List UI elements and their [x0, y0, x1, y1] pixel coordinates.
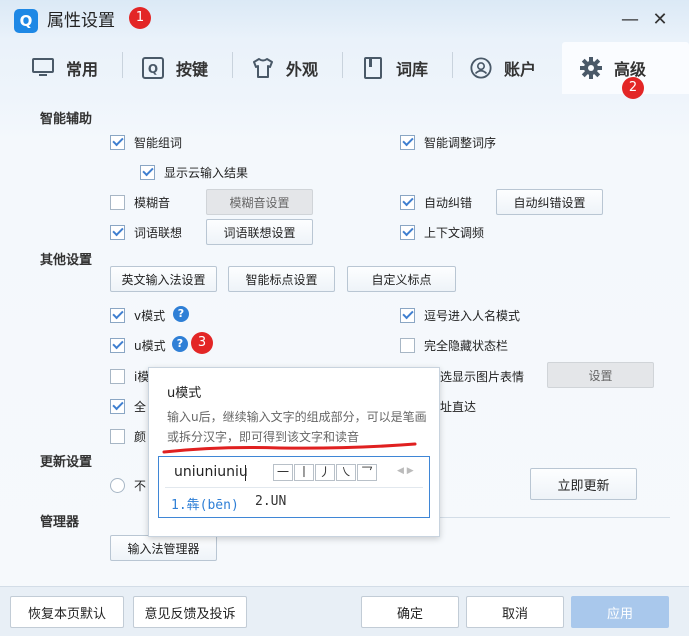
smart-punct-settings-button[interactable]: 智能标点设置	[228, 266, 335, 292]
update-now-button[interactable]: 立即更新	[530, 468, 637, 500]
minimize-button[interactable]: —	[620, 10, 640, 30]
feedback-button[interactable]: 意见反馈及投诉	[133, 596, 247, 628]
tab-label: 外观	[286, 60, 319, 79]
show-cloud-checkbox[interactable]: 显示云输入结果	[140, 163, 248, 181]
autocorrect-settings-button[interactable]: 自动纠错设置	[496, 189, 603, 215]
page-arrows-icon[interactable]: ◀ ▶	[397, 466, 414, 476]
cancel-button[interactable]: 取消	[466, 596, 564, 628]
section-other-settings: 其他设置	[40, 253, 93, 268]
stroke-button[interactable]: 一	[273, 464, 293, 481]
smart-group-checkbox[interactable]: 智能组词	[110, 133, 182, 151]
ime-manager-button[interactable]: 输入法管理器	[110, 535, 217, 561]
q-key-icon: Q	[142, 57, 164, 79]
stroke-button[interactable]: 乛	[357, 464, 377, 481]
user-icon	[470, 57, 492, 79]
tab-common[interactable]: 常用	[32, 42, 98, 94]
comma-name-mode-checkbox[interactable]: 逗号进入人名模式	[400, 306, 520, 324]
apply-button[interactable]: 应用	[571, 596, 669, 628]
tab-separator	[452, 52, 453, 78]
context-freq-checkbox[interactable]: 上下文调频	[400, 223, 484, 241]
ime-divider	[165, 487, 423, 488]
fuzzy-settings-button[interactable]: 模糊音设置	[206, 189, 313, 215]
smart-order-checkbox[interactable]: 智能调整词序	[400, 133, 496, 151]
tooltip-title: u模式	[167, 386, 202, 401]
emoji-settings-button[interactable]: 设置	[547, 362, 654, 388]
candidate-1[interactable]: 1.犇(bēn)	[171, 494, 239, 513]
hide-status-bar-checkbox[interactable]: 完全隐藏状态栏	[400, 336, 508, 354]
update-divider	[434, 517, 670, 518]
word-assoc-checkbox[interactable]: 词语联想	[110, 223, 182, 241]
window-title: 属性设置	[47, 11, 115, 31]
tab-label: 按键	[176, 60, 209, 79]
tshirt-icon	[252, 57, 274, 79]
svg-text:Q: Q	[148, 62, 158, 76]
u-mode-checkbox[interactable]: u模式	[110, 336, 166, 354]
url-direct-label: 址直达	[440, 400, 477, 414]
annotation-badge-3: 3	[191, 332, 213, 354]
tab-appearance[interactable]: 外观	[252, 42, 318, 94]
book-icon	[362, 57, 384, 79]
ime-caret	[245, 465, 246, 481]
ime-demo-panel: uniuniuniu 一 丨 丿 ㇏ 乛 ◀ ▶ 1.犇(bēn) 2.UN	[158, 456, 430, 518]
tab-separator	[342, 52, 343, 78]
tab-label: 账户	[504, 60, 537, 79]
v-mode-help-icon[interactable]: ?	[173, 306, 189, 322]
candidate-2[interactable]: 2.UN	[255, 494, 286, 509]
update-radio[interactable]: 不	[110, 477, 146, 494]
tab-dictionary[interactable]: 词库	[362, 42, 428, 94]
section-manager: 管理器	[40, 515, 80, 530]
image-emoji-label: 选显示图片表情	[440, 370, 525, 384]
i-mode-checkbox[interactable]: i模	[110, 367, 149, 385]
color-checkbox[interactable]: 颜	[110, 427, 146, 445]
stroke-button[interactable]: 丨	[294, 464, 314, 481]
custom-punct-button[interactable]: 自定义标点	[347, 266, 456, 292]
tab-label: 词库	[396, 60, 429, 79]
app-logo-icon: Q	[14, 9, 38, 33]
stroke-button[interactable]: ㇏	[336, 464, 356, 481]
v-mode-checkbox[interactable]: v模式	[110, 306, 165, 324]
close-button[interactable]: ✕	[650, 10, 670, 30]
section-smart-assist: 智能辅助	[40, 112, 93, 127]
gear-icon	[580, 57, 602, 79]
restore-defaults-button[interactable]: 恢复本页默认	[10, 596, 124, 628]
section-update-settings: 更新设置	[40, 455, 93, 470]
english-ime-settings-button[interactable]: 英文输入法设置	[110, 266, 217, 292]
stroke-button[interactable]: 丿	[315, 464, 335, 481]
word-assoc-settings-button[interactable]: 词语联想设置	[206, 219, 313, 245]
ime-input-text: uniuniuniu	[174, 464, 248, 480]
tab-account[interactable]: 账户	[470, 42, 536, 94]
tab-label: 常用	[66, 60, 99, 79]
u-mode-help-icon[interactable]: ?	[172, 336, 188, 352]
full-checkbox[interactable]: 全	[110, 397, 146, 415]
monitor-icon	[32, 57, 54, 79]
fuzzy-checkbox[interactable]: 模糊音	[110, 193, 170, 211]
tab-keys[interactable]: Q 按键	[142, 42, 208, 94]
stroke-buttons: 一 丨 丿 ㇏ 乛	[273, 464, 377, 481]
tab-separator	[122, 52, 123, 78]
tab-separator	[232, 52, 233, 78]
annotation-badge-1: 1	[129, 7, 151, 29]
autocorrect-checkbox[interactable]: 自动纠错	[400, 193, 472, 211]
annotation-badge-2: 2	[622, 77, 644, 99]
ok-button[interactable]: 确定	[361, 596, 459, 628]
